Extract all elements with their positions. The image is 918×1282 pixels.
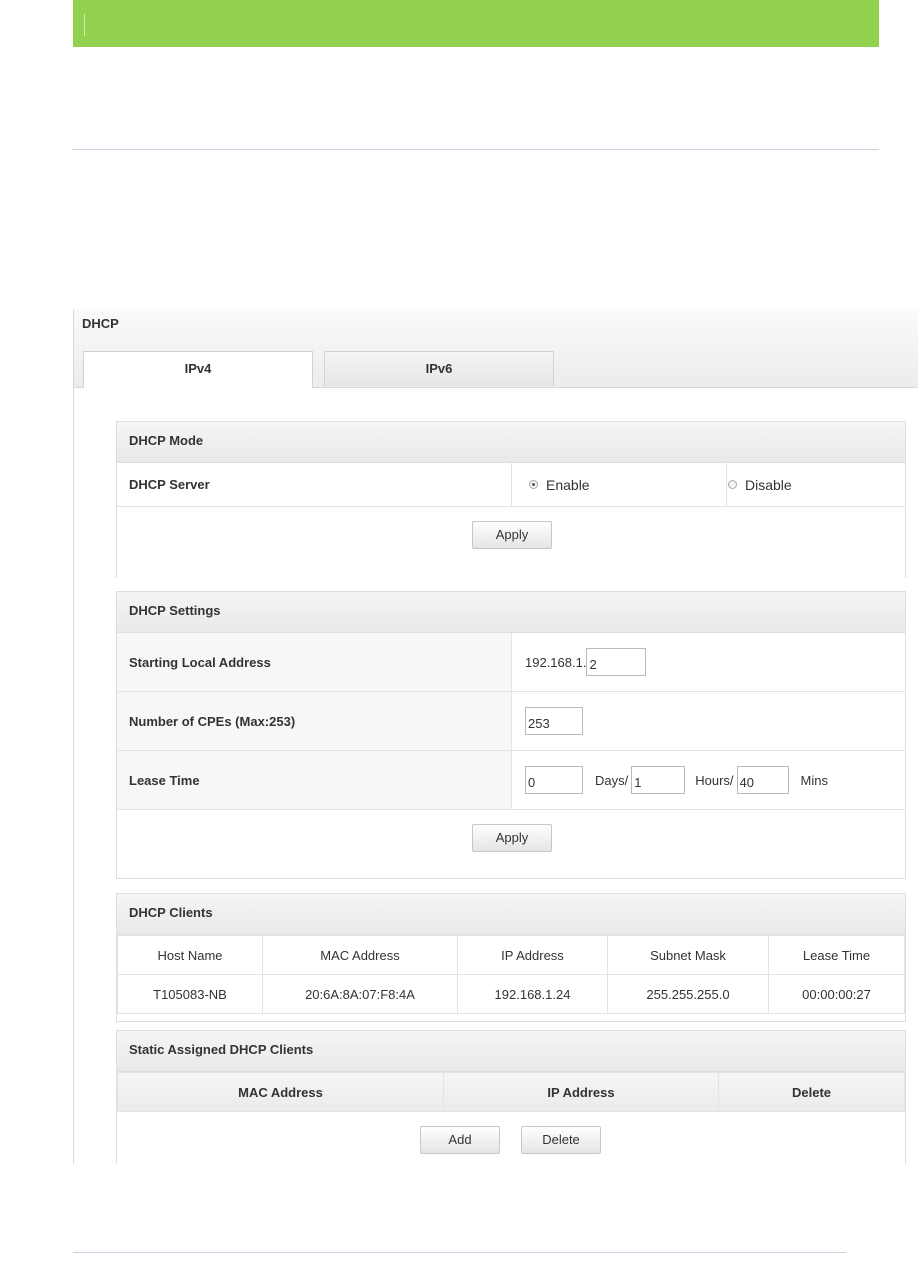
dhcp-mode-apply-button[interactable]: Apply [472, 521, 552, 549]
mac-address-cell: 20:6A:8A:07:F8:4A [262, 974, 458, 1014]
bottom-divider [73, 1252, 846, 1253]
dhcp-mode-panel: DHCP Mode DHCP Server Enable Disable App… [116, 421, 906, 579]
lease-time-cell: 00:00:00:27 [768, 974, 905, 1014]
enable-option[interactable]: Enable [513, 463, 727, 506]
delete-button[interactable]: Delete [521, 1126, 601, 1154]
column-header: IP Address [443, 1072, 719, 1112]
days-unit: Days/ [595, 772, 629, 788]
host-name-cell: T105083-NB [117, 974, 263, 1014]
starting-address-row: Starting Local Address 192.168.1. [117, 633, 905, 692]
mins-unit: Mins [800, 772, 828, 788]
starting-address-input[interactable] [586, 648, 647, 676]
dhcp-mode-title: DHCP Mode [117, 422, 905, 463]
static-clients-footer: Add Delete [117, 1112, 905, 1164]
lease-time-row: Lease Time Days/ Hours/ Mins [117, 751, 905, 810]
starting-address-value: 192.168.1. [513, 633, 905, 691]
starting-address-prefix: 192.168.1. [525, 654, 587, 670]
dhcp-settings-footer: Apply [117, 810, 905, 880]
disable-label: Disable [745, 476, 792, 493]
lease-days-input[interactable] [525, 766, 583, 794]
dhcp-settings-title: DHCP Settings [117, 592, 905, 633]
lease-hours-input[interactable] [631, 766, 686, 794]
dhcp-clients-table: Host Name MAC Address IP Address Subnet … [117, 935, 905, 1014]
column-header: IP Address [457, 935, 608, 975]
top-divider [72, 149, 879, 150]
table-row: T105083-NB 20:6A:8A:07:F8:4A 192.168.1.2… [117, 974, 905, 1014]
dhcp-settings-panel: DHCP Settings Starting Local Address 192… [116, 591, 906, 879]
column-header: MAC Address [117, 1072, 444, 1112]
disable-radio[interactable] [728, 480, 737, 489]
static-clients-title: Static Assigned DHCP Clients [117, 1031, 905, 1072]
dhcp-server-label: DHCP Server [117, 463, 512, 506]
tab-ipv4[interactable]: IPv4 [83, 351, 313, 388]
dhcp-settings-apply-button[interactable]: Apply [472, 824, 552, 852]
ip-address-cell: 192.168.1.24 [457, 974, 608, 1014]
disable-option[interactable]: Disable [711, 463, 905, 506]
add-button[interactable]: Add [420, 1126, 500, 1154]
column-header: Host Name [117, 935, 263, 975]
lease-mins-input[interactable] [736, 766, 789, 794]
lease-time-label: Lease Time [117, 751, 512, 809]
cpe-count-row: Number of CPEs (Max:253) [117, 692, 905, 751]
cpe-count-input[interactable] [525, 707, 583, 735]
starting-address-label: Starting Local Address [117, 633, 512, 691]
top-color-bar [73, 0, 879, 47]
subnet-mask-cell: 255.255.255.0 [607, 974, 769, 1014]
dhcp-mode-footer: Apply [117, 507, 905, 579]
hours-unit: Hours/ [695, 772, 734, 788]
top-bar-tick [84, 14, 85, 36]
cpe-count-label: Number of CPEs (Max:253) [117, 692, 512, 750]
dhcp-clients-panel: DHCP Clients Host Name MAC Address IP Ad… [116, 893, 906, 1022]
static-clients-table: MAC Address IP Address Delete [117, 1072, 905, 1112]
column-header: Delete [718, 1072, 905, 1112]
dhcp-server-row: DHCP Server Enable Disable [117, 463, 905, 507]
static-clients-panel: Static Assigned DHCP Clients MAC Address… [116, 1030, 906, 1164]
enable-radio[interactable] [529, 480, 538, 489]
cpe-count-value [513, 692, 905, 750]
table-header-row: MAC Address IP Address Delete [117, 1072, 905, 1112]
column-header: MAC Address [262, 935, 458, 975]
dhcp-clients-title: DHCP Clients [117, 894, 905, 935]
window-title: DHCP [82, 316, 119, 331]
table-header-row: Host Name MAC Address IP Address Subnet … [117, 935, 905, 975]
enable-label: Enable [546, 476, 590, 493]
lease-time-value: Days/ Hours/ Mins [513, 751, 905, 809]
column-header: Subnet Mask [607, 935, 769, 975]
dhcp-window: DHCP IPv4 IPv6 DHCP Mode DHCP Server Ena… [73, 309, 918, 1164]
column-header: Lease Time [768, 935, 905, 975]
tab-ipv6[interactable]: IPv6 [324, 351, 554, 386]
